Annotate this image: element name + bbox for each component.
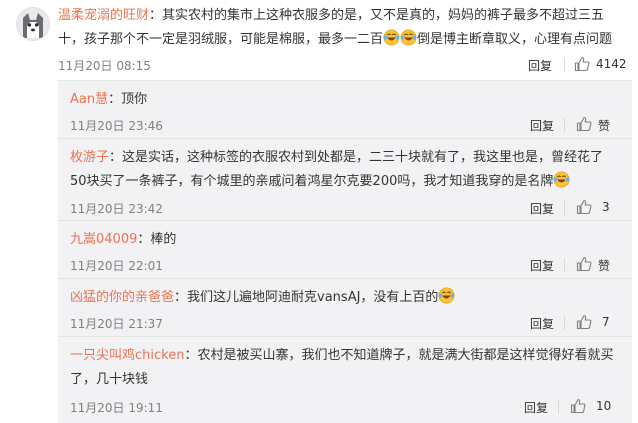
- thumb-up-icon[interactable]: [576, 314, 592, 330]
- reply-text: 九嵩04009：棒的: [70, 228, 618, 252]
- reply-button[interactable]: 回复: [528, 57, 552, 74]
- reply-text: 凶猛的你的亲爸爸：我们这儿遍地阿迪耐克vansAJ，没有上百的: [70, 286, 618, 310]
- like-count: 10: [596, 399, 612, 413]
- laughing-tears-emoji-icon: [438, 287, 455, 304]
- reply-username[interactable]: 一只尖叫鸡chicken: [70, 348, 184, 363]
- avatar[interactable]: [16, 7, 50, 41]
- reply-item: 九嵩04009：棒的 11月20日 22:01 回复 赞: [58, 221, 632, 279]
- action-separator: [564, 258, 565, 272]
- reply-item: 凶猛的你的亲爸爸：我们这儿遍地阿迪耐克vansAJ，没有上百的 11月20日 2…: [58, 279, 632, 337]
- reply-date: 11月20日 23:46: [70, 119, 163, 133]
- thumb-up-icon[interactable]: [574, 56, 590, 72]
- reply-text: 枚游子：这是实话，这种标签的衣服农村到处都是，二三十块就有了，我这里也是，曾经花…: [70, 146, 618, 194]
- reply-date: 11月20日 19:11: [70, 401, 163, 415]
- laughing-tears-emoji-icon: [400, 29, 417, 46]
- reply-text: 一只尖叫鸡chicken：农村是被买山寨，我们也不知道牌子，就是满大街都是这样觉…: [70, 344, 618, 392]
- reply-body: ：这是实话，这种标签的衣服农村到处都是，二三十块就有了，我这里也是，曾经花了50…: [70, 150, 604, 189]
- main-comment: 温柔宠溺的旺财：其实农村的集市上这种衣服多的是，又不是真的，妈妈的裤子最多不超过…: [0, 0, 638, 80]
- reply-button[interactable]: 回复: [524, 399, 548, 416]
- reply-body: ：棒的: [137, 232, 177, 247]
- reply-date: 11月20日 21:37: [70, 317, 163, 331]
- reply-item: 枚游子：这是实话，这种标签的衣服农村到处都是，二三十块就有了，我这里也是，曾经花…: [58, 139, 632, 221]
- like-count: 4142: [596, 57, 627, 71]
- reply-text: Aan慧：顶你: [70, 88, 618, 112]
- reply-item: 一只尖叫鸡chicken：农村是被买山寨，我们也不知道牌子，就是满大街都是这样觉…: [58, 337, 632, 423]
- main-comment-text: 温柔宠溺的旺财：其实农村的集市上这种衣服多的是，又不是真的，妈妈的裤子最多不超过…: [58, 4, 630, 52]
- reply-button[interactable]: 回复: [530, 315, 554, 332]
- reply-date: 11月20日 22:01: [70, 259, 163, 273]
- action-separator: [564, 201, 565, 215]
- like-count: 3: [602, 200, 610, 214]
- thumb-up-icon[interactable]: [576, 116, 592, 132]
- laughing-tears-emoji-icon: [383, 29, 400, 46]
- reply-button[interactable]: 回复: [530, 200, 554, 217]
- reply-username[interactable]: 凶猛的你的亲爸爸: [70, 290, 174, 305]
- like-count: 7: [602, 315, 610, 329]
- husky-avatar-icon: [17, 8, 49, 40]
- thumb-up-icon[interactable]: [570, 398, 586, 414]
- reply-username[interactable]: 枚游子: [70, 150, 109, 165]
- reply-button[interactable]: 回复: [530, 117, 554, 134]
- thumb-up-icon[interactable]: [576, 256, 592, 272]
- comment-body-tail: 倒是博主断章取义，心理有点问题: [417, 32, 613, 47]
- action-separator: [558, 400, 559, 414]
- reply-date: 11月20日 23:42: [70, 202, 163, 216]
- reply-username[interactable]: 九嵩04009: [70, 232, 137, 247]
- reply-button[interactable]: 回复: [530, 257, 554, 274]
- reply-body: ：顶你: [108, 92, 148, 107]
- action-separator: [564, 58, 565, 72]
- reply-item: Aan慧：顶你 11月20日 23:46 回复 赞: [58, 81, 632, 139]
- like-count: 赞: [598, 119, 611, 133]
- reply-username[interactable]: Aan慧: [70, 92, 108, 107]
- reply-list: Aan慧：顶你 11月20日 23:46 回复 赞 枚游子：这是实话，这种标签的…: [58, 80, 632, 423]
- thumb-up-icon[interactable]: [576, 199, 592, 215]
- weibo-comment-thread: 温柔宠溺的旺财：其实农村的集市上这种衣服多的是，又不是真的，妈妈的裤子最多不超过…: [0, 0, 638, 423]
- comment-date: 11月20日 08:15: [58, 59, 151, 73]
- like-count: 赞: [598, 259, 611, 273]
- comment-username[interactable]: 温柔宠溺的旺财: [58, 8, 149, 23]
- action-separator: [564, 316, 565, 330]
- action-separator: [564, 118, 565, 132]
- laughing-tears-emoji-icon: [553, 171, 570, 188]
- reply-body: ：我们这儿遍地阿迪耐克vansAJ，没有上百的: [174, 290, 439, 305]
